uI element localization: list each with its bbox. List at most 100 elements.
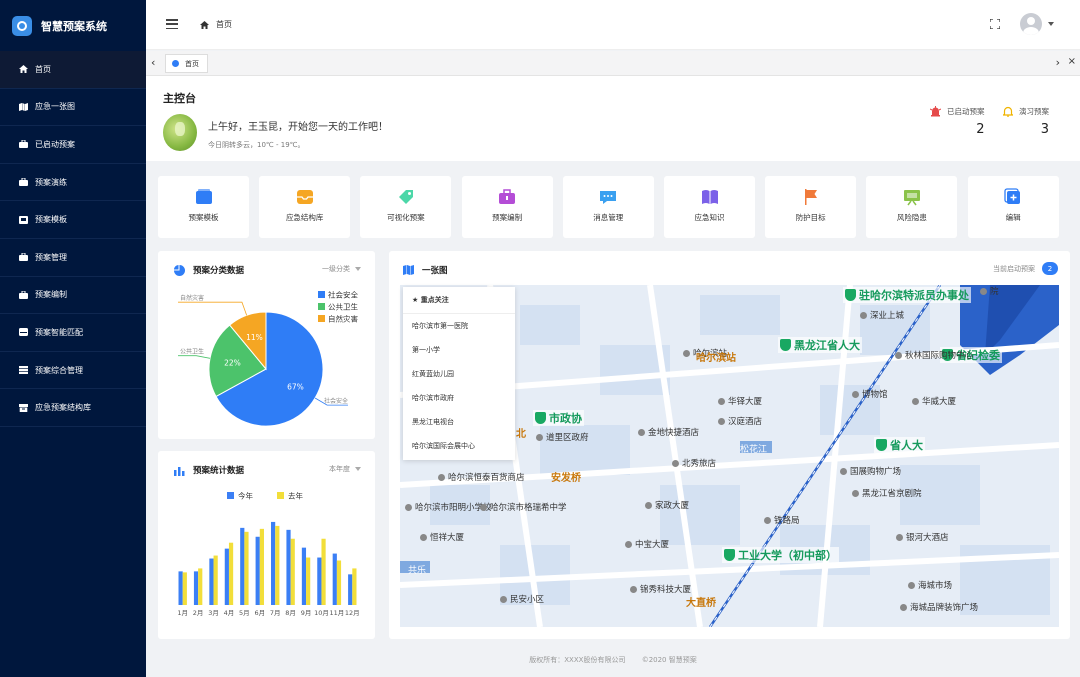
legend-item[interactable]: 自然灾害 [318,314,358,324]
sidebar-item-3[interactable]: 预案演练 [0,164,146,202]
map-label[interactable]: 深业上城 [860,309,904,321]
map-label[interactable]: 共乐 [406,563,428,576]
map-label[interactable]: 哈尔滨恒泰百货商店 [438,471,525,483]
bar[interactable] [336,560,342,606]
sidebar-item-1[interactable]: 应急一张图 [0,89,146,127]
map-label[interactable]: 松花江 [738,442,769,455]
bar[interactable] [244,531,249,605]
map-label[interactable]: 恒祥大厦 [420,531,464,543]
menu-toggle-icon[interactable] [166,19,178,30]
stat-active-plans[interactable]: 已启动预案 2 [930,106,985,137]
map-label[interactable]: 工业大学（初中部） [722,547,839,563]
legend-item[interactable]: 公共卫生 [318,302,358,312]
quick-link-6[interactable]: 防护目标 [765,176,857,238]
focus-list-item[interactable]: 哈尔滨国际会展中心 [403,434,515,458]
map-label[interactable]: 安发桥 [551,469,581,484]
focus-list-item[interactable]: 红黄蓝幼儿园 [403,362,515,386]
bar[interactable] [317,557,322,605]
chevron-right-icon[interactable]: › [1056,56,1060,69]
map-label[interactable]: 银河大酒店 [896,531,949,543]
chevron-left-icon[interactable]: ‹ [151,56,155,69]
sidebar-item-9[interactable]: 应急预案结构库 [0,389,146,427]
bar[interactable] [193,571,199,605]
bar[interactable] [332,553,337,605]
map-label[interactable]: 民安小区 [500,593,544,605]
map-label[interactable]: 锦秀科技大厦 [630,583,691,595]
map-label[interactable]: 大直桥 [686,594,716,609]
map-label[interactable]: 华铎大厦 [718,395,762,407]
map-label[interactable]: 家政大厦 [645,499,689,511]
map-label[interactable]: 中宝大厦 [625,538,669,550]
bar[interactable] [348,574,353,605]
sidebar-item-0[interactable]: 首页 [0,51,146,89]
map-label[interactable]: 道里区政府 [536,431,589,443]
quick-link-2[interactable]: 可视化预案 [360,176,452,238]
bar[interactable] [255,536,260,605]
focus-list-item[interactable]: 哈尔滨市第一医院 [403,314,515,338]
bar[interactable] [224,548,229,605]
map-label[interactable]: 黑龙江省京剧院 [852,487,922,499]
map-label[interactable]: 博物馆 [852,388,888,400]
map-label[interactable]: 汉庭酒店 [718,415,762,427]
legend-item[interactable]: 去年 [277,491,303,501]
user-avatar[interactable] [1020,13,1042,35]
bar[interactable] [306,557,311,605]
active-plans-label[interactable]: 当前启动预案 [993,264,1035,274]
map-label[interactable]: 秋林国际购物中心 [895,349,973,361]
legend-item[interactable]: 社会安全 [318,290,358,300]
bar[interactable] [321,538,326,605]
sidebar-item-6[interactable]: 预案编制 [0,277,146,315]
sidebar-item-4[interactable]: 预案模板 [0,201,146,239]
map-label[interactable]: 哈尔滨市格瑞希中学 [480,501,567,513]
fullscreen-icon[interactable] [990,19,1000,29]
bar[interactable] [228,542,234,605]
bar[interactable] [178,571,183,605]
map-label[interactable]: 院 [980,285,999,297]
quick-link-1[interactable]: 应急结构库 [259,176,351,238]
quick-link-7[interactable]: 风险隐患 [866,176,958,238]
map-label[interactable]: 黑龙江省人大 [778,337,862,353]
map-label[interactable]: 市政协 [533,410,584,426]
bar[interactable] [352,568,357,605]
app-logo[interactable]: 智慧预案系统 [0,0,146,51]
bar[interactable] [275,525,280,605]
sidebar-item-7[interactable]: 预案智能匹配 [0,314,146,352]
map-label[interactable]: 北 [516,425,526,440]
focus-list-item[interactable]: 黑龙江电视台 [403,410,515,434]
bar[interactable] [213,555,218,605]
quick-link-3[interactable]: 预案编制 [461,176,553,238]
bar[interactable] [290,538,295,605]
chevron-down-icon[interactable] [1048,22,1054,26]
breadcrumb-item[interactable]: 首页 [216,19,232,30]
sidebar-item-5[interactable]: 预案管理 [0,239,146,277]
quick-link-5[interactable]: 应急知识 [664,176,755,238]
focus-list-item[interactable]: 哈尔滨市政府 [403,386,515,410]
map-label[interactable]: 驻哈尔滨特派员办事处 [843,287,971,303]
map-label[interactable]: 海城市场 [908,579,952,591]
map-label[interactable]: 哈尔滨市阳明小学校 [405,501,492,513]
sidebar-item-2[interactable]: 已启动预案 [0,126,146,164]
quick-link-4[interactable]: 消息管理 [562,176,654,238]
bar[interactable] [259,528,264,605]
bar[interactable] [271,521,276,605]
focus-list-item[interactable]: 第一小学 [403,338,515,362]
map-label[interactable]: 华威大厦 [912,395,956,407]
tab-home[interactable]: 首页 [165,54,208,73]
map-label[interactable]: 国展购物广场 [840,465,901,477]
quick-link-0[interactable]: 预案模板 [158,176,249,238]
bar[interactable] [301,547,307,605]
bar[interactable] [286,529,291,605]
map-label[interactable]: 海城品牌装饰广场 [900,601,978,613]
sidebar-item-8[interactable]: 预案综合管理 [0,352,146,390]
stat-drill-plans[interactable]: 演习预案 3 [1003,106,1049,137]
bar[interactable] [209,558,214,605]
bar[interactable] [198,568,203,605]
map-label[interactable]: 省人大 [874,437,925,453]
bar[interactable] [240,527,245,605]
map-label[interactable]: 金地快捷酒店 [638,426,699,438]
quick-link-8[interactable]: 编辑 [967,176,1059,238]
map-label[interactable]: 铁路局 [764,514,800,526]
map-label[interactable]: 北秀旅店 [672,457,716,469]
active-plans-badge[interactable]: 2 [1042,262,1058,275]
bar[interactable] [182,572,187,605]
